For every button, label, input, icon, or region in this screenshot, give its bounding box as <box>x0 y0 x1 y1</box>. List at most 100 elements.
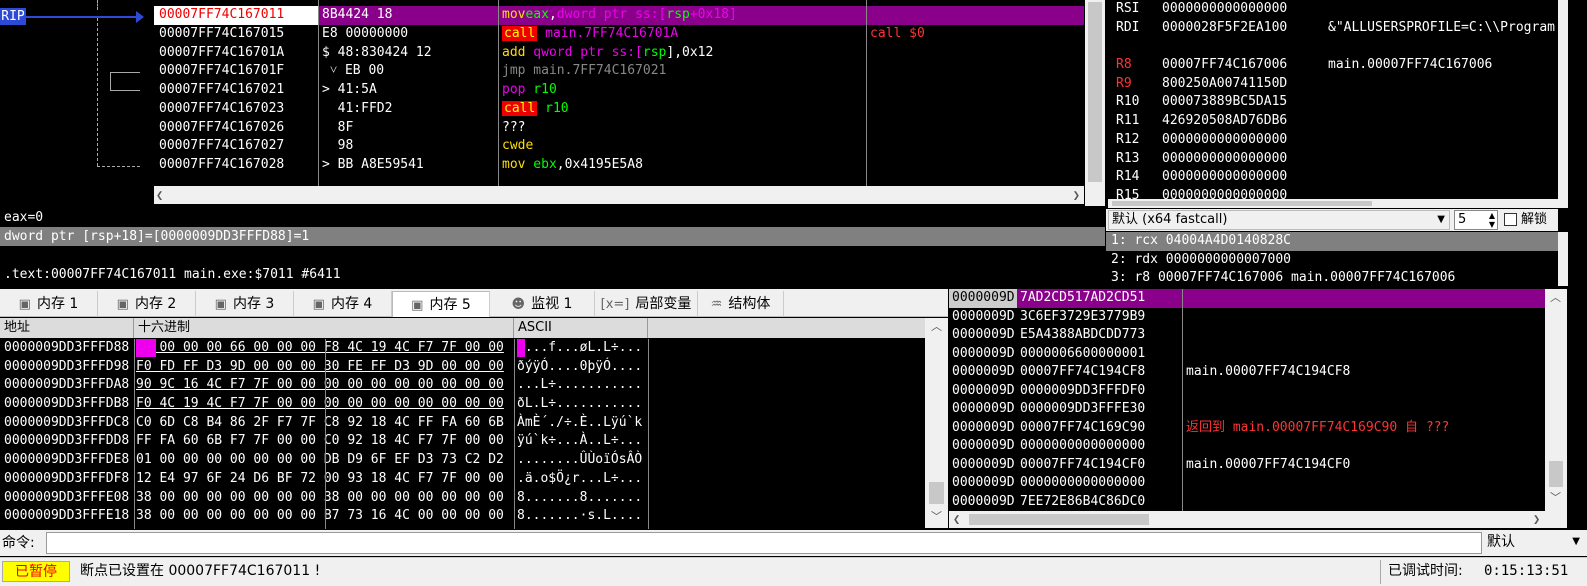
command-mode-select[interactable]: 默认 ▼ <box>1484 532 1584 554</box>
register-value[interactable]: 000073889BC5DA15 <box>1162 93 1322 112</box>
stack-row[interactable]: 0000009D 0000009DD3FFFDF0 <box>949 382 1545 401</box>
register-row[interactable]: RDI 0000028F5F2EA100 &"ALLUSERSPROFILE=C:\… <box>1108 19 1558 38</box>
tab-memory-4[interactable]: ▣ 内存 4 <box>294 291 392 317</box>
hex-bytes[interactable]: F0 FD FF D3 9D 00 00 00 30 FE FF D3 9D 0… <box>136 358 516 377</box>
disassembly-panel[interactable]: RIP 00007FF74C167011 8B4424 18 moveax,dwor… <box>0 0 1105 206</box>
register-row[interactable]: R9 800250A00741150D <box>1108 75 1558 94</box>
command-input[interactable] <box>46 532 1482 554</box>
hex-bytes[interactable]: F0 4C 19 4C F7 7F 00 00 00 00 00 00 00 0… <box>136 395 516 414</box>
register-value[interactable]: 0000000000000000 <box>1162 131 1322 150</box>
tab-memory-1[interactable]: ▣ 内存 1 <box>0 291 98 317</box>
hex-ascii[interactable]: 8.......8....... <box>517 489 647 508</box>
registers-vscrollbar[interactable] <box>1558 0 1568 208</box>
hex-address[interactable]: 0000009DD3FFFE08 <box>4 489 134 508</box>
stack-value[interactable]: 0000000000000000 <box>1020 474 1182 493</box>
register-row[interactable]: R11 426920508AD76DB6 <box>1108 112 1558 131</box>
hex-ascii[interactable]: ....f...øL.L÷... <box>517 339 647 358</box>
tab-watch-1[interactable]: ☻ 监视 1 <box>490 291 595 317</box>
hex-address[interactable]: 0000009DD3FFFDD8 <box>4 432 134 451</box>
hex-row[interactable]: 0000009DD3FFFDD8 FF FA 60 6B F7 7F 00 00 … <box>0 432 925 451</box>
register-value[interactable]: 0000000000000000 <box>1162 0 1322 19</box>
disassembly-list[interactable]: 00007FF74C167011 8B4424 18 moveax,dword pt… <box>154 6 1084 186</box>
disasm-row[interactable]: 00007FF74C167026 8F??? <box>154 119 1084 138</box>
register-row[interactable]: RSI 0000000000000000 <box>1108 0 1558 19</box>
stack-value[interactable]: 00007FF74C194CF8 <box>1020 363 1182 382</box>
stack-row[interactable]: 0000009D 00007FF74C194CF0 main.00007FF74C1… <box>949 456 1545 475</box>
stack-address[interactable]: 0000009D <box>952 345 1018 364</box>
scroll-left-icon[interactable]: ❮ <box>953 511 960 528</box>
stack-row[interactable]: 0000009D 00007FF74C169C90 返回到 main.00007FF… <box>949 419 1545 438</box>
stack-address[interactable]: 0000009D <box>949 289 1017 308</box>
register-value[interactable]: 0000000000000000 <box>1162 168 1322 187</box>
hex-row[interactable]: 0000009DD3FFFE18 38 00 00 00 00 00 00 00 … <box>0 507 925 526</box>
register-value[interactable]: 0000000000000000 <box>1162 150 1322 169</box>
tab-memory-2[interactable]: ▣ 内存 2 <box>98 291 196 317</box>
scroll-right-icon[interactable]: ❯ <box>1533 511 1540 528</box>
tab-locals[interactable]: [x=] 局部变量 <box>595 291 698 317</box>
stack-value[interactable]: 0000006600000001 <box>1020 345 1182 364</box>
hex-row[interactable]: 0000009DD3FFFDC8 C0 6D C8 B4 86 2F F7 7F … <box>0 414 925 433</box>
stack-row[interactable]: 0000009D 7EE72E86B4C86DC0 <box>949 493 1545 512</box>
arg-count-stepper[interactable]: 5 ▲ ▼ <box>1454 210 1498 230</box>
stack-value[interactable]: 0000009DD3FFFE30 <box>1020 400 1182 419</box>
hex-address[interactable]: 0000009DD3FFFE18 <box>4 507 134 526</box>
disasm-row[interactable]: 00007FF74C16701A $ 48:830424 12 add qword … <box>154 44 1084 63</box>
hex-row[interactable]: 0000009DD3FFFDA8 90 9C 16 4C F7 7F 00 00 … <box>0 376 925 395</box>
call-arg-row[interactable]: 3: r8 00007FF74C167006 main.00007FF74C16… <box>1106 269 1558 288</box>
register-value[interactable]: 00007FF74C167006 <box>1162 56 1322 75</box>
stack-value[interactable]: 7AD2CD517AD2CD51 <box>1020 289 1182 308</box>
hex-bytes[interactable]: 38 00 00 00 00 00 00 00 B7 73 16 4C 00 0… <box>136 507 516 526</box>
stack-address[interactable]: 0000009D <box>952 474 1018 493</box>
hex-address[interactable]: 0000009DD3FFFDC8 <box>4 414 134 433</box>
hex-address[interactable]: 0000009DD3FFFD98 <box>4 358 134 377</box>
hex-address[interactable]: 0000009DD3FFFDB8 <box>4 395 134 414</box>
stack-value[interactable]: 00007FF74C194CF0 <box>1020 456 1182 475</box>
hex-address[interactable]: 0000009DD3FFFDA8 <box>4 376 134 395</box>
tab-memory-5[interactable]: ▣ 内存 5 <box>392 291 490 317</box>
stack-hscrollbar[interactable]: ❮ ❯ <box>949 511 1567 528</box>
hex-ascii[interactable]: ÀmÈ´./÷.È..Lÿú`k <box>517 414 647 433</box>
disasm-row[interactable]: 00007FF74C167021 > 41:5A pop r10 <box>154 81 1084 100</box>
registers-hscrollbar[interactable] <box>1108 199 1558 208</box>
register-row[interactable]: R13 0000000000000000 <box>1108 150 1558 169</box>
hex-ascii[interactable]: ........ÛÙoïÓsÂÒ <box>517 451 647 470</box>
scroll-up-icon[interactable]: ︿ <box>1550 289 1561 305</box>
register-row[interactable] <box>1108 37 1558 56</box>
hex-bytes[interactable]: 90 9C 16 4C F7 7F 00 00 00 00 00 00 00 0… <box>136 376 516 395</box>
column-header-address[interactable]: 地址 <box>0 318 134 338</box>
hex-bytes[interactable]: 01 00 00 00 66 00 00 00 F8 4C 19 4C F7 7… <box>136 339 516 358</box>
disasm-row[interactable]: 00007FF74C167028 > BB A8E59541 mov ebx,0x4… <box>154 156 1084 175</box>
hex-address[interactable]: 0000009DD3FFFDE8 <box>4 451 134 470</box>
disasm-hscrollbar[interactable]: ❮ ❯ <box>154 186 1084 204</box>
hex-bytes[interactable]: 38 00 00 00 00 00 00 00 38 00 00 00 00 0… <box>136 489 516 508</box>
hex-row[interactable]: 0000009DD3FFFD98 F0 FD FF D3 9D 00 00 00 … <box>0 358 925 377</box>
stack-value[interactable]: 00007FF74C169C90 <box>1020 419 1182 438</box>
stepper-arrows-icon[interactable]: ▲ ▼ <box>1489 211 1495 229</box>
stack-row[interactable]: 0000009D 0000009DD3FFFE30 <box>949 400 1545 419</box>
stack-row[interactable]: 0000009D E5A4388ABDCDD773 <box>949 326 1545 345</box>
stack-row[interactable]: 0000009D 00007FF74C194CF8 main.00007FF74C1… <box>949 363 1545 382</box>
register-row[interactable]: R10 000073889BC5DA15 <box>1108 93 1558 112</box>
hex-bytes[interactable]: C0 6D C8 B4 86 2F F7 7F C8 92 18 4C FF F… <box>136 414 516 433</box>
scroll-up-icon[interactable]: ︿ <box>931 318 942 334</box>
call-args-panel[interactable]: 1: rcx 04004A4D0140828C 2: rdx 0000000000… <box>1106 232 1558 286</box>
scroll-right-icon[interactable]: ❯ <box>1073 186 1080 204</box>
scroll-left-icon[interactable]: ❮ <box>156 186 163 204</box>
call-convention-select[interactable]: 默认 (x64 fastcall) ▼ <box>1108 210 1450 230</box>
stack-value[interactable]: 0000009DD3FFFDF0 <box>1020 382 1182 401</box>
register-row[interactable]: R8 00007FF74C167006 main.00007FF74C167006 <box>1108 56 1558 75</box>
stack-row[interactable]: 0000009D 0000000000000000 <box>949 474 1545 493</box>
register-value[interactable]: 800250A00741150D <box>1162 75 1322 94</box>
tab-struct[interactable]: ♒ 结构体 <box>698 291 784 317</box>
stack-row[interactable]: 0000009D 0000006600000001 <box>949 345 1545 364</box>
column-header-hex[interactable]: 十六进制 <box>134 318 514 338</box>
hex-address[interactable]: 0000009DD3FFFD88 <box>4 339 134 358</box>
hex-row[interactable]: 0000009DD3FFFDE8 01 00 00 00 00 00 00 00 … <box>0 451 925 470</box>
stack-row[interactable]: 0000009D 0000000000000000 <box>949 437 1545 456</box>
disasm-vscrollbar[interactable] <box>1085 0 1105 206</box>
stack-address[interactable]: 0000009D <box>952 400 1018 419</box>
stack-value[interactable]: E5A4388ABDCDD773 <box>1020 326 1182 345</box>
stack-address[interactable]: 0000009D <box>952 456 1018 475</box>
hex-bytes[interactable]: FF FA 60 6B F7 7F 00 00 C0 92 18 4C F7 7… <box>136 432 516 451</box>
scroll-down-icon[interactable]: ﹀ <box>1550 489 1561 505</box>
